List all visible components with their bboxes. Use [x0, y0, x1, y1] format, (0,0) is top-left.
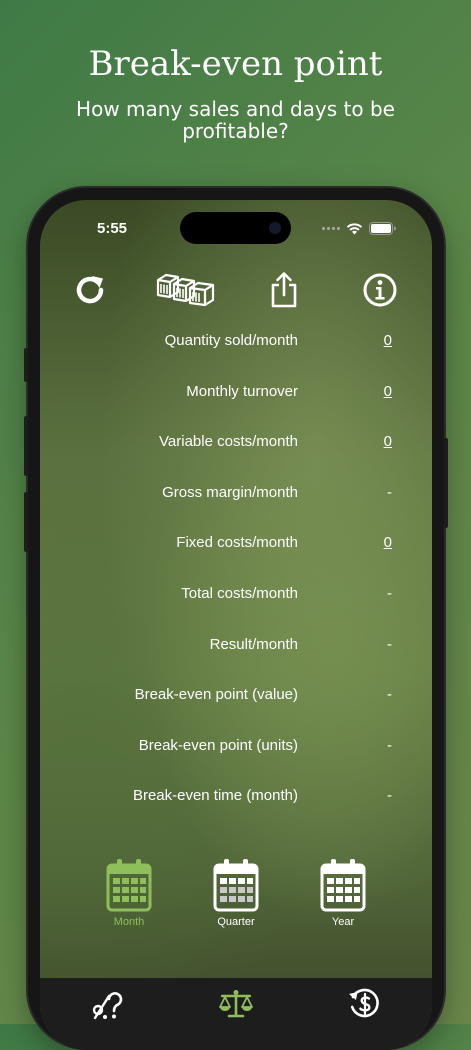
row-label: Result/month [209, 635, 298, 653]
period-quarter-label: Quarter [217, 916, 255, 928]
calendar-icon [106, 859, 152, 912]
calculation-rows: Quantity sold/month 0 Monthly turnover 0… [40, 332, 432, 838]
status-time: 5:55 [97, 220, 128, 237]
row-total-costs: Total costs/month - [40, 585, 432, 636]
break-even-units-value: - [387, 736, 392, 754]
calendar-icon [320, 859, 366, 912]
tab-cash-flow[interactable] [345, 986, 385, 1022]
phone-volume-up [24, 416, 28, 476]
page-subheadline: How many sales and days to be profitable… [76, 97, 395, 143]
row-result: Result/month - [40, 636, 432, 687]
row-monthly-turnover: Monthly turnover 0 [40, 383, 432, 434]
monthly-turnover-value[interactable]: 0 [384, 383, 392, 401]
row-fixed-costs: Fixed costs/month 0 [40, 534, 432, 585]
app-screen: 5:55 Quantity sold/month 0 Monthly turno… [40, 200, 432, 1050]
period-month-button[interactable]: Month [94, 858, 164, 928]
variable-costs-value[interactable]: 0 [384, 433, 392, 451]
dollar-refresh-icon [349, 988, 379, 1018]
quantity-sold-value[interactable]: 0 [384, 332, 392, 350]
battery-icon [369, 222, 396, 235]
percent-icon [92, 992, 123, 1020]
break-even-value: - [387, 686, 392, 704]
row-variable-costs: Variable costs/month 0 [40, 433, 432, 484]
period-selector: Month Quarter Year [40, 858, 432, 938]
wifi-icon [346, 222, 363, 234]
row-break-even-value: Break-even point (value) - [40, 686, 432, 737]
share-button[interactable] [266, 266, 302, 314]
balance-scale-icon [219, 990, 253, 1018]
row-label: Variable costs/month [159, 433, 298, 451]
status-indicators [322, 222, 396, 235]
row-label: Quantity sold/month [164, 332, 298, 349]
calendar-icon [213, 859, 259, 912]
row-label: Fixed costs/month [176, 534, 298, 552]
phone-frame: 5:55 Quantity sold/month 0 Monthly turno… [24, 188, 448, 1050]
gross-margin-value: - [387, 483, 392, 501]
period-year-button[interactable]: Year [308, 858, 378, 928]
tab-bar [40, 978, 432, 1050]
break-even-time-value: - [387, 787, 392, 805]
row-label: Monthly turnover [186, 382, 298, 400]
row-label: Gross margin/month [162, 483, 298, 501]
signal-dots-icon [322, 227, 340, 230]
phone-power-button [444, 438, 448, 528]
period-quarter-button[interactable]: Quarter [201, 858, 271, 928]
toolbar [40, 266, 432, 314]
share-icon [271, 272, 297, 308]
camera-icon [269, 222, 281, 234]
boxes-icon [156, 273, 215, 307]
row-gross-margin: Gross margin/month - [40, 484, 432, 535]
dynamic-island [180, 212, 291, 244]
row-label: Break-even point (units) [138, 736, 298, 754]
info-button[interactable] [360, 266, 400, 314]
row-break-even-time: Break-even time (month) - [40, 787, 432, 838]
row-label: Break-even point (value) [134, 686, 298, 704]
period-year-label: Year [331, 916, 355, 928]
phone-silent-switch [24, 348, 28, 382]
info-icon [363, 273, 397, 307]
row-quantity-sold: Quantity sold/month 0 [40, 332, 432, 383]
row-break-even-units: Break-even point (units) - [40, 737, 432, 788]
tab-percentage[interactable] [87, 986, 127, 1022]
row-label: Break-even time (month) [132, 787, 298, 805]
products-button[interactable] [154, 266, 218, 314]
period-month-label: Month [113, 916, 145, 928]
page-headline: Break-even point [88, 44, 383, 84]
row-label: Total costs/month [181, 584, 298, 602]
tab-break-even[interactable] [216, 986, 256, 1022]
fixed-costs-value[interactable]: 0 [384, 534, 392, 552]
phone-volume-down [24, 492, 28, 552]
refresh-icon [76, 276, 104, 304]
result-value: - [387, 635, 392, 653]
total-costs-value: - [387, 584, 392, 602]
reset-button[interactable] [70, 266, 110, 314]
